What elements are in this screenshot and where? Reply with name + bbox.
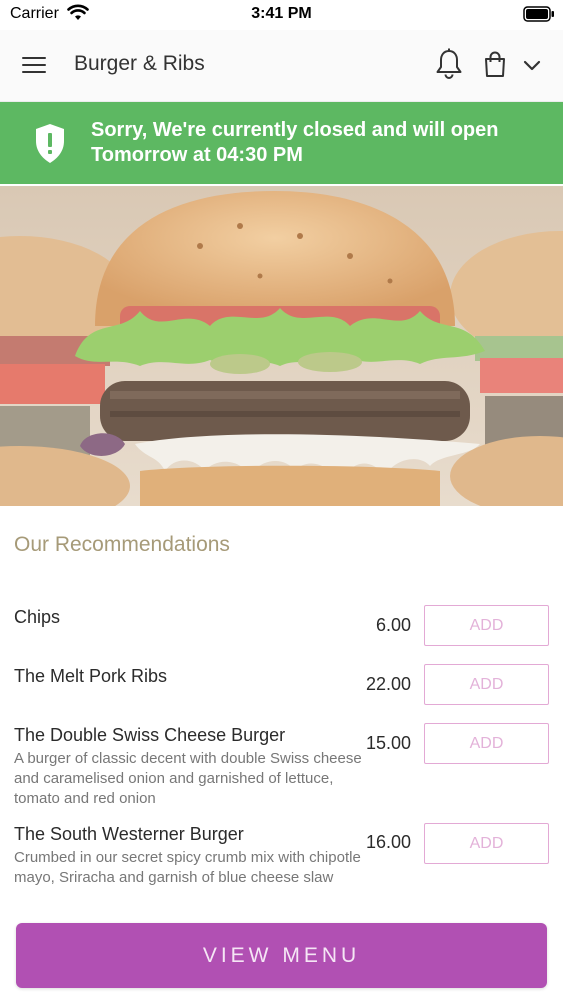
recommendations-heading: Our Recommendations xyxy=(14,533,230,556)
item-name: The Melt Pork Ribs xyxy=(14,666,168,686)
item-price: 6.00 xyxy=(375,615,411,635)
clock-time: 3:41 PM xyxy=(251,5,312,22)
item-price: 22.00 xyxy=(365,674,411,694)
item-name: The Double Swiss Cheese Burger xyxy=(14,725,286,745)
shield-alert-icon xyxy=(36,124,64,163)
top-nav-bar: Burger & Ribs xyxy=(0,30,563,102)
status-bar: Carrier 3:41 PM xyxy=(0,0,563,30)
closed-notice-banner: Sorry, We're currently closed and will o… xyxy=(0,102,563,184)
hero-burger-image xyxy=(0,186,563,506)
item-description: A burger of classic decent with double S… xyxy=(14,750,362,807)
restaurant-title: Burger & Ribs xyxy=(74,52,205,75)
item-description: Crumbed in our secret spicy crumb mix wi… xyxy=(14,849,361,886)
item-name: Chips xyxy=(14,607,61,627)
shopping-bag-icon[interactable] xyxy=(482,50,508,78)
add-button[interactable]: ADD xyxy=(424,605,549,646)
bell-icon[interactable] xyxy=(434,48,464,80)
chevron-down-icon[interactable] xyxy=(520,54,544,76)
add-button[interactable]: ADD xyxy=(424,664,549,705)
item-name: The South Westerner Burger xyxy=(14,824,244,844)
add-button[interactable]: ADD xyxy=(424,723,549,764)
hamburger-menu-icon[interactable] xyxy=(22,52,52,78)
closed-message: Sorry, We're currently closed and will o… xyxy=(91,119,499,166)
battery-icon xyxy=(523,6,554,22)
item-price: 16.00 xyxy=(365,832,411,852)
view-menu-button[interactable]: VIEW MENU xyxy=(16,923,547,988)
add-button[interactable]: ADD xyxy=(424,823,549,864)
item-price: 15.00 xyxy=(365,733,411,753)
